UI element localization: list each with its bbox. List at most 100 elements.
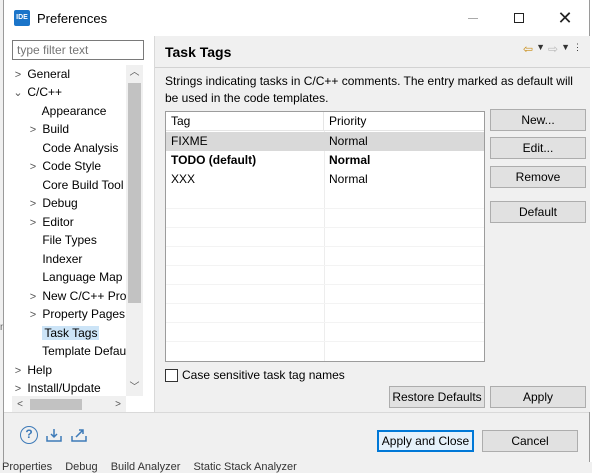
- tree-item-label: Property Pages: [42, 307, 126, 321]
- tree-item-help[interactable]: > Help: [12, 361, 52, 379]
- filter-input[interactable]: [12, 40, 144, 60]
- tree-item-task-tags[interactable]: Task Tags: [27, 324, 100, 342]
- chevron-right-icon[interactable]: >: [27, 214, 39, 232]
- priority-cell: Normal: [329, 172, 368, 186]
- tree-item-general[interactable]: > General: [12, 65, 70, 83]
- row-gridline: [166, 265, 484, 266]
- tree-item-label: New C/C++ Pro: [42, 289, 127, 303]
- export-svg: [71, 429, 87, 442]
- scroll-down-icon[interactable]: ﹀: [126, 380, 143, 396]
- column-header-priority[interactable]: Priority: [324, 112, 484, 131]
- case-sensitive-checkbox[interactable]: [165, 368, 178, 382]
- tree-item-editor[interactable]: > Editor: [27, 213, 74, 231]
- priority-cell: Normal: [329, 134, 368, 148]
- chevron-right-icon[interactable]: >: [12, 66, 24, 84]
- background-tab-static-stack-analyzer: Static Stack Analyzer: [193, 462, 297, 473]
- tree-item-appearance[interactable]: Appearance: [27, 102, 107, 120]
- row-gridline: [166, 246, 484, 247]
- table-header: Tag Priority: [166, 112, 484, 131]
- maximize-icon: [514, 13, 524, 23]
- page-navigation: ⇦ ▼ ⇨ ▼ ⋮: [523, 42, 582, 56]
- tree-item-label: Code Analysis: [42, 141, 119, 155]
- title-separator: [155, 67, 590, 68]
- tree-item-label: File Types: [42, 233, 97, 247]
- tree-item-core-build-toolchains[interactable]: Core Build Tool: [27, 176, 124, 194]
- minimize-icon: [468, 17, 478, 19]
- default-button[interactable]: Default: [490, 201, 586, 223]
- cancel-button[interactable]: Cancel: [482, 430, 578, 452]
- preferences-dialog: IDE Preferences ✕ > General ⌄ C/C++ Appe…: [3, 0, 590, 462]
- table-row[interactable]: XXX Normal: [166, 170, 484, 189]
- row-gridline: [166, 227, 484, 228]
- tree-item-label: Code Style: [42, 159, 102, 173]
- chevron-right-icon[interactable]: >: [27, 158, 39, 176]
- help-icon[interactable]: ?: [20, 426, 38, 444]
- case-sensitive-label: Case sensitive task tag names: [182, 368, 345, 382]
- close-icon: ✕: [557, 8, 573, 28]
- edit-button[interactable]: Edit...: [490, 137, 586, 159]
- tree-item-debug[interactable]: > Debug: [27, 194, 78, 212]
- chevron-down-icon[interactable]: ⌄: [12, 84, 24, 102]
- background-tabs-strip: Properties Debug Build Analyzer Static S…: [0, 462, 592, 473]
- export-icon[interactable]: [70, 426, 88, 444]
- tree-item-label: Build: [42, 122, 70, 136]
- tree-item-label: Help: [27, 363, 53, 377]
- tree-item-new-cpp-project[interactable]: > New C/C++ Pro: [27, 287, 127, 306]
- page-description: Strings indicating tasks in C/C++ commen…: [165, 74, 573, 105]
- import-icon[interactable]: [45, 426, 63, 444]
- scroll-right-icon[interactable]: >: [110, 396, 126, 413]
- restore-defaults-button[interactable]: Restore Defaults: [389, 386, 485, 408]
- tree-item-file-types[interactable]: File Types: [27, 231, 97, 249]
- tree-item-label: Core Build Tool: [42, 178, 124, 192]
- tree-item-language-mappings[interactable]: Language Map: [27, 268, 122, 286]
- app-icon: IDE: [14, 10, 30, 26]
- forward-dropdown-icon[interactable]: ▼: [561, 42, 570, 56]
- tree-item-code-style[interactable]: > Code Style: [27, 157, 101, 175]
- back-arrow-icon[interactable]: ⇦: [523, 42, 533, 56]
- chevron-right-icon[interactable]: >: [27, 121, 39, 139]
- forward-arrow-icon[interactable]: ⇨: [548, 42, 558, 56]
- title-bar: IDE Preferences ✕: [4, 0, 589, 36]
- page-title: Task Tags: [165, 44, 232, 60]
- import-svg: [46, 429, 62, 442]
- apply-button[interactable]: Apply: [490, 386, 586, 408]
- task-tags-table: Tag Priority FIXME Normal TODO (default)…: [165, 111, 485, 362]
- scroll-left-icon[interactable]: <: [12, 396, 28, 413]
- window-title: Preferences: [37, 11, 108, 26]
- tree-item-indexer[interactable]: Indexer: [27, 250, 82, 268]
- chevron-right-icon[interactable]: >: [27, 195, 39, 213]
- chevron-right-icon[interactable]: >: [12, 362, 24, 380]
- apply-and-close-button[interactable]: Apply and Close: [377, 430, 474, 452]
- column-header-tag[interactable]: Tag: [166, 112, 324, 131]
- close-button[interactable]: ✕: [542, 0, 588, 36]
- back-dropdown-icon[interactable]: ▼: [536, 42, 545, 56]
- view-menu-icon[interactable]: ⋮: [573, 42, 582, 56]
- tree-item-code-analysis[interactable]: Code Analysis: [27, 139, 118, 157]
- preferences-tree: > General ⌄ C/C++ Appearance > Build Cod…: [12, 65, 144, 396]
- chevron-right-icon[interactable]: >: [27, 288, 39, 306]
- preference-page: Task Tags ⇦ ▼ ⇨ ▼ ⋮ Strings indicating t…: [154, 36, 590, 412]
- row-gridline: [166, 341, 484, 342]
- chevron-right-icon[interactable]: >: [27, 306, 39, 324]
- table-row[interactable]: TODO (default) Normal: [166, 151, 484, 170]
- tag-cell: FIXME: [171, 134, 208, 148]
- new-button[interactable]: New...: [490, 109, 586, 131]
- scrollbar-thumb[interactable]: [128, 83, 141, 303]
- maximize-button[interactable]: [496, 0, 542, 36]
- remove-button[interactable]: Remove: [490, 166, 586, 188]
- tree-item-c-cpp[interactable]: ⌄ C/C++: [12, 83, 62, 101]
- tree-vertical-scrollbar[interactable]: ︿ ﹀: [126, 65, 143, 396]
- chevron-right-icon[interactable]: >: [12, 380, 24, 396]
- scrollbar-thumb[interactable]: [30, 399, 82, 410]
- tree-item-install-update[interactable]: > Install/Update: [12, 379, 101, 396]
- case-sensitive-option[interactable]: Case sensitive task tag names: [165, 367, 345, 383]
- tree-item-property-pages[interactable]: > Property Pages: [27, 305, 125, 323]
- table-row[interactable]: FIXME Normal: [166, 132, 484, 151]
- scroll-up-icon[interactable]: ︿: [126, 65, 143, 81]
- tree-horizontal-scrollbar[interactable]: < >: [12, 396, 126, 413]
- priority-cell: Normal: [329, 153, 371, 167]
- tree-item-build[interactable]: > Build: [27, 120, 69, 138]
- minimize-button[interactable]: [450, 0, 496, 36]
- tree-item-template-default-values[interactable]: Template Defau: [27, 342, 126, 360]
- tree-item-label: Template Defau: [42, 344, 127, 358]
